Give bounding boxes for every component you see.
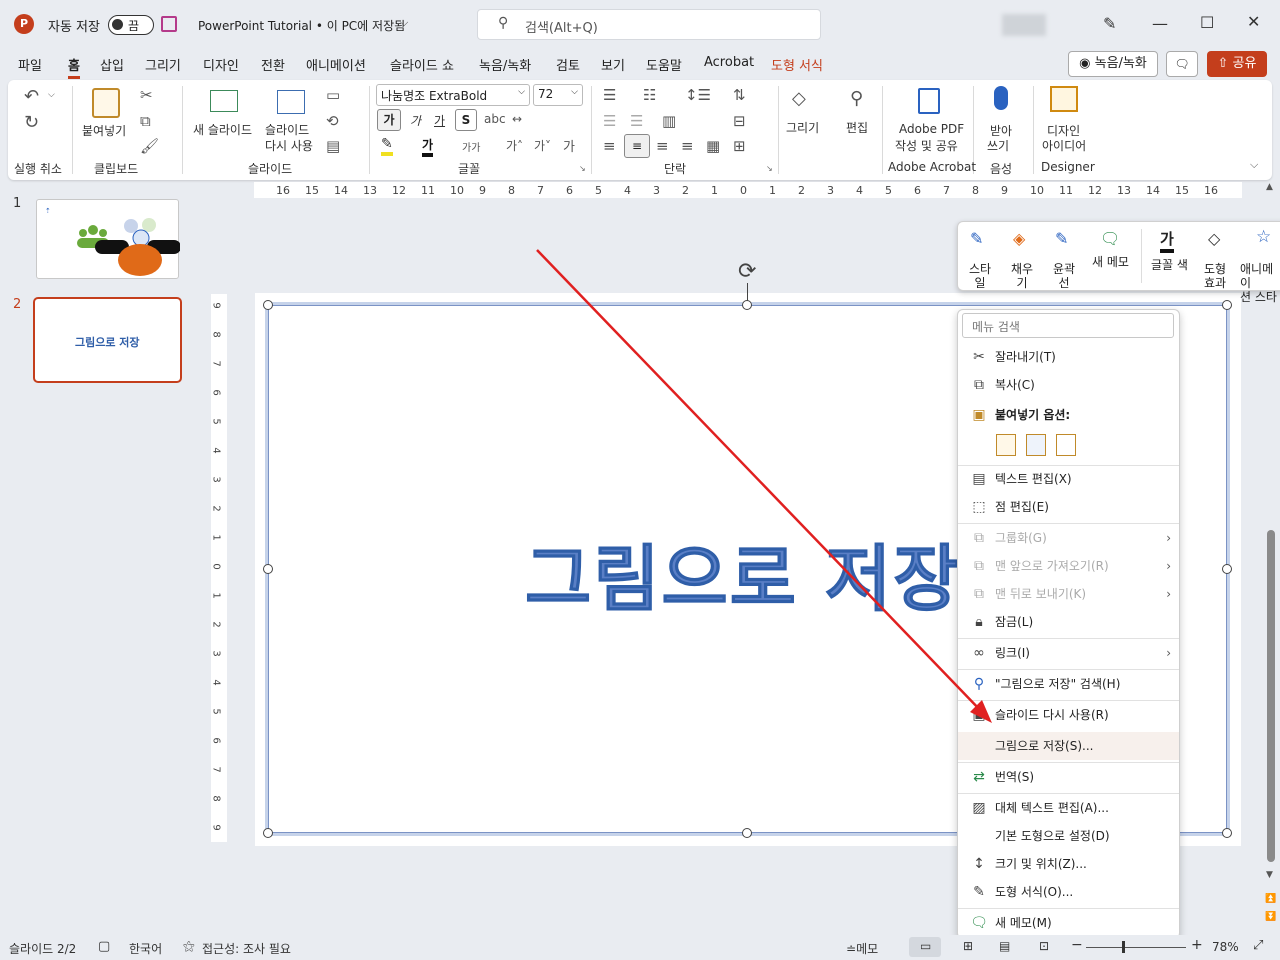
zoom-in-icon[interactable]: +	[1191, 937, 1203, 953]
zoom-out-icon[interactable]: −	[1071, 937, 1083, 953]
status-bar: 슬라이드 2/2 ▢ 한국어 ⚝ 접근성: 조사 필요 ≐메모 ▭ ⊞ ▤ ⊡ …	[0, 935, 1280, 960]
scroll-up-icon: ▲	[1266, 182, 1273, 192]
notes-button[interactable]: ≐메모	[846, 940, 878, 957]
spellcheck-icon[interactable]: ▢	[98, 939, 110, 954]
prev-slide-icon: ⏫	[1265, 894, 1277, 904]
zoom-slider[interactable]	[1086, 947, 1186, 948]
next-slide-icon: ⏬	[1265, 912, 1277, 922]
slide-sorter-icon[interactable]: ⊞	[963, 939, 973, 953]
slide-count-status: 슬라이드 2/2	[9, 942, 77, 956]
normal-view-icon: ▭	[920, 939, 932, 953]
zoom-slider-thumb[interactable]	[1122, 941, 1125, 953]
accessibility-status[interactable]: 접근성: 조사 필요	[202, 940, 291, 957]
slideshow-icon[interactable]: ⊡	[1039, 939, 1049, 953]
fit-to-window-icon[interactable]: ⤢	[1253, 938, 1263, 953]
scroll-down-icon: ▼	[1266, 870, 1273, 880]
annotation-arrow	[536, 249, 992, 723]
scrollbar-thumb[interactable]	[1267, 530, 1275, 862]
zoom-level[interactable]: 78%	[1212, 940, 1239, 954]
vertical-scrollbar[interactable]: ▲ ▼ ⏫ ⏬	[1264, 182, 1278, 932]
language-status[interactable]: 한국어	[129, 940, 162, 957]
accessibility-icon[interactable]: ⚝	[183, 939, 195, 954]
reading-view-icon[interactable]: ▤	[999, 939, 1010, 953]
